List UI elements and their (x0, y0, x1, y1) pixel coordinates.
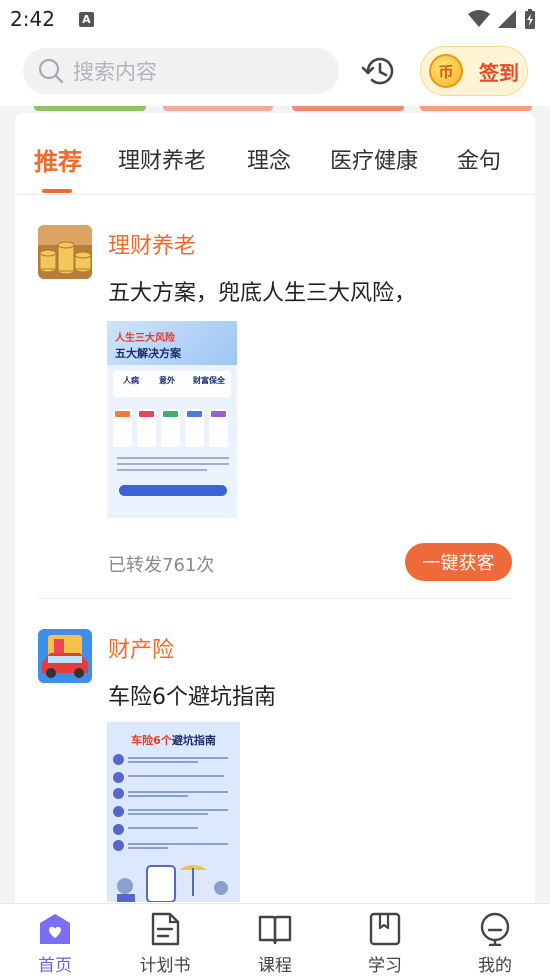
search-header: 搜索内容 币 签到 (0, 38, 550, 106)
battery-icon (525, 9, 535, 29)
nav-label-study: 学习 (368, 956, 402, 976)
content-card: 推荐 理财养老 理念 医疗健康 金句 理财养老 五大方案，兜底人生三大风险， 人… (15, 113, 535, 913)
poster-title: 车险6个避坑指南 (131, 734, 216, 747)
active-tab-indicator (42, 189, 72, 193)
post-title: 车险6个避坑指南 (108, 685, 276, 710)
nav-label-home: 首页 (38, 956, 72, 976)
history-icon[interactable] (360, 52, 398, 90)
post-category: 理财养老 (108, 234, 197, 259)
post-category: 财产险 (108, 638, 175, 663)
wifi-icon (468, 10, 490, 27)
nav-courses[interactable]: 课程 (235, 904, 315, 979)
post-title: 五大方案，兜底人生三大风险， (108, 281, 417, 306)
document-icon (151, 912, 180, 946)
tab-quotes[interactable]: 金句 (457, 143, 501, 175)
tab-finance-pension[interactable]: 理财养老 (118, 143, 206, 175)
signal-icon (498, 10, 516, 28)
checkin-label: 签到 (479, 60, 519, 85)
category-tabs: 推荐 理财养老 理念 医疗健康 金句 (15, 113, 535, 195)
open-book-icon (258, 915, 292, 945)
status-time: 2:42 (10, 7, 55, 31)
search-input[interactable]: 搜索内容 (23, 48, 339, 94)
post-poster-image[interactable]: 车险6个避坑指南 (107, 722, 240, 902)
nav-label-profile: 我的 (478, 956, 512, 976)
post-avatar (38, 629, 92, 683)
profile-icon (480, 912, 510, 946)
nav-label-plan-book: 计划书 (139, 956, 191, 976)
post-poster-image[interactable]: 人生三大风险 五大解决方案 人病 意外 财富保全 (107, 321, 237, 518)
nav-study[interactable]: 学习 (345, 904, 425, 979)
coin-icon: 币 (429, 54, 463, 88)
nav-plan-book[interactable]: 计划书 (125, 904, 205, 979)
tab-recommend[interactable]: 推荐 (34, 142, 82, 177)
search-placeholder: 搜索内容 (73, 60, 157, 84)
search-icon (38, 58, 64, 84)
nav-home[interactable]: 首页 (15, 904, 95, 979)
bottom-nav: 首页 计划书 课程 学习 我的 (0, 903, 550, 979)
notification-icon: A (78, 11, 94, 27)
poster-col-3: 财富保全 (193, 376, 225, 385)
post-avatar (38, 225, 92, 279)
poster-heading-2: 五大解决方案 (115, 347, 181, 360)
poster-col-2: 意外 (159, 376, 175, 385)
nav-label-courses: 课程 (258, 956, 292, 976)
post-divider (38, 598, 512, 599)
tab-medical-health[interactable]: 医疗健康 (330, 143, 418, 175)
poster-col-1: 人病 (123, 376, 139, 385)
share-count: 已转发761次 (108, 555, 215, 576)
poster-heading-1: 人生三大风险 (115, 333, 175, 344)
checkin-button[interactable]: 币 签到 (420, 46, 528, 96)
nav-profile[interactable]: 我的 (455, 904, 535, 979)
home-icon (40, 914, 70, 944)
get-customers-button[interactable]: 一键获客 (405, 543, 512, 581)
bookmark-book-icon (369, 912, 401, 946)
status-indicators (468, 9, 536, 29)
tab-philosophy[interactable]: 理念 (247, 143, 291, 175)
status-bar: 2:42 A (0, 0, 550, 38)
